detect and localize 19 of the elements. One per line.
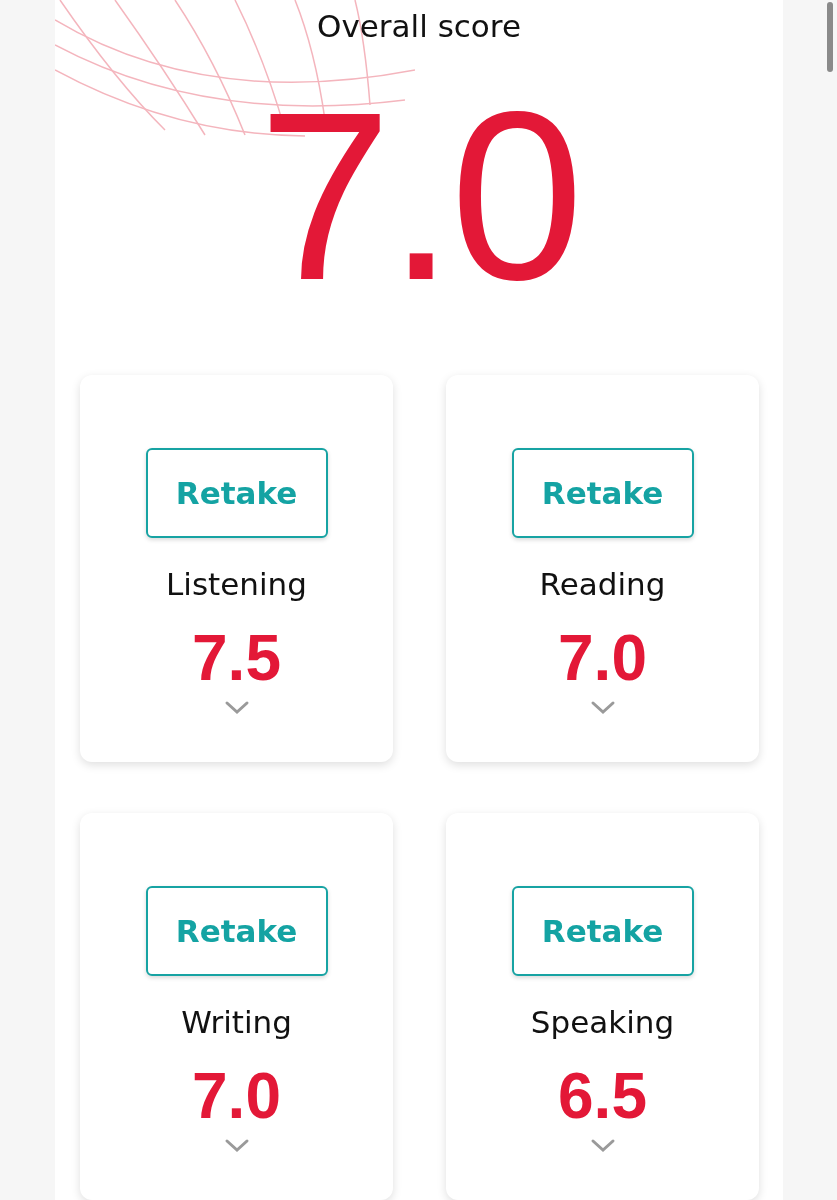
section-name: Speaking — [530, 1003, 675, 1042]
overall-score-value: 7.0 — [257, 76, 581, 316]
overall-score-label: Overall score — [316, 7, 522, 46]
chevron-down-icon[interactable] — [223, 1138, 250, 1154]
section-score: 7.0 — [192, 1059, 281, 1134]
section-score: 6.5 — [558, 1059, 647, 1134]
retake-button[interactable]: Retake — [145, 448, 328, 538]
scrollbar-thumb[interactable] — [827, 2, 833, 72]
chevron-down-icon[interactable] — [589, 700, 616, 716]
chevron-down-icon[interactable] — [589, 1138, 616, 1154]
retake-button[interactable]: Retake — [145, 886, 328, 976]
section-name: Listening — [166, 565, 307, 604]
retake-button[interactable]: Retake — [511, 886, 694, 976]
retake-button[interactable]: Retake — [511, 448, 694, 538]
section-name: Reading — [539, 565, 666, 604]
section-score: 7.0 — [558, 621, 647, 696]
section-score: 7.5 — [192, 621, 281, 696]
chevron-down-icon[interactable] — [223, 700, 250, 716]
section-name: Writing — [181, 1003, 292, 1042]
